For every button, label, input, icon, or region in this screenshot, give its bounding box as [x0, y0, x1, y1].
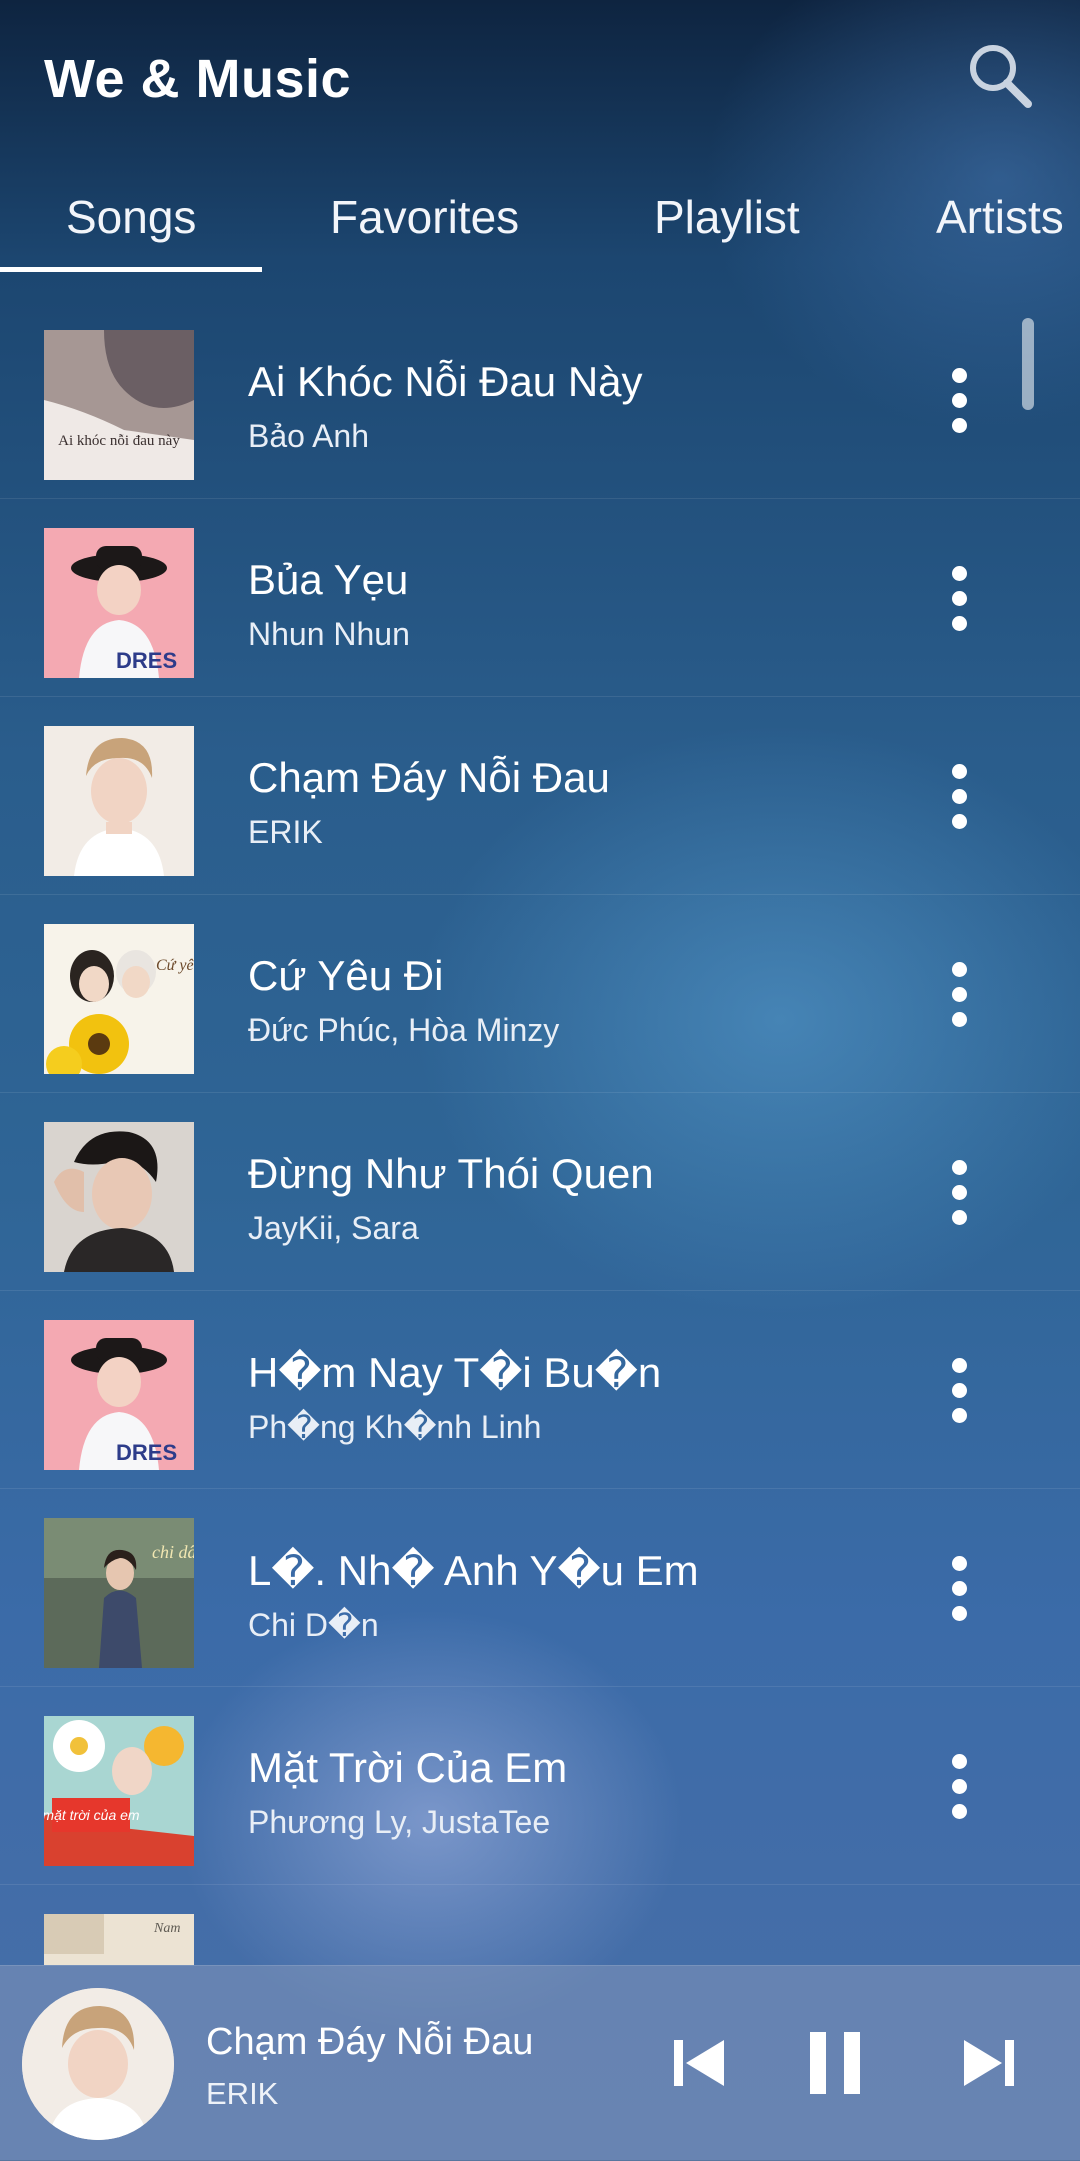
- album-cover: Cứ yêu đi: [44, 924, 194, 1074]
- cover-text: chi dân: [152, 1542, 194, 1562]
- tab-playlist[interactable]: Playlist: [654, 190, 800, 244]
- song-artist: Ph�ng Kh�nh Linh: [248, 1409, 542, 1445]
- more-options-button[interactable]: [930, 1746, 990, 1826]
- active-tab-indicator: [0, 267, 262, 272]
- more-options-button[interactable]: [930, 954, 990, 1034]
- album-cover: Nam: [44, 1914, 194, 1965]
- skip-next-icon: [964, 2040, 1014, 2086]
- skip-previous-icon: [674, 2040, 724, 2086]
- more-options-button[interactable]: [930, 558, 990, 638]
- app-title: We & Music: [44, 49, 352, 109]
- song-title: Mặt Trời Của Em: [248, 1744, 568, 1791]
- cover-text: mặt trời của em: [44, 1807, 140, 1823]
- song-list[interactable]: Ai khóc nỗi đau này Ai Khóc Nỗi Đau Này …: [0, 300, 1080, 1965]
- cover-text: Cứ yêu đi: [156, 957, 194, 974]
- tab-artists[interactable]: Artists: [936, 190, 1064, 244]
- next-button[interactable]: [944, 2018, 1034, 2108]
- previous-button[interactable]: [654, 2018, 744, 2108]
- tab-songs[interactable]: Songs: [66, 190, 196, 244]
- pause-icon: [810, 2032, 860, 2094]
- song-row[interactable]: DRES H�m Nay T�i Bu�n Ph�ng Kh�nh Linh: [0, 1290, 1080, 1489]
- album-cover: mặt trời của em: [44, 1716, 194, 1866]
- pause-button[interactable]: [790, 2018, 880, 2108]
- song-artist: Phương Ly, JustaTee: [248, 1804, 551, 1840]
- now-playing-album-art[interactable]: [22, 1988, 174, 2140]
- song-artist: JayKii, Sara: [248, 1210, 419, 1246]
- more-options-button[interactable]: [930, 1548, 990, 1628]
- song-row[interactable]: mặt trời của em Mặt Trời Của Em Phương L…: [0, 1686, 1080, 1885]
- song-row[interactable]: Đừng Như Thói Quen JayKii, Sara: [0, 1092, 1080, 1291]
- album-cover: DRES: [44, 528, 194, 678]
- svg-text:DRES: DRES: [116, 1440, 177, 1465]
- album-cover: Ai khóc nỗi đau này: [44, 330, 194, 480]
- scrollbar[interactable]: [1022, 318, 1034, 410]
- now-playing-artist: ERIK: [206, 2076, 279, 2111]
- search-icon: [970, 45, 1032, 108]
- more-options-button[interactable]: [930, 1350, 990, 1430]
- album-cover: DRES: [44, 1320, 194, 1470]
- song-title: H�m Nay T�i Bu�n: [248, 1349, 662, 1396]
- song-row[interactable]: Nam: [0, 1884, 1080, 1965]
- song-artist: ERIK: [248, 814, 323, 850]
- song-title: Chạm Đáy Nỗi Đau: [248, 754, 610, 801]
- song-artist: Nhun Nhun: [248, 616, 410, 652]
- song-artist: Chi D�n: [248, 1607, 379, 1643]
- more-options-button[interactable]: [930, 1152, 990, 1232]
- album-cover: [44, 1122, 194, 1272]
- song-row[interactable]: DRES Bủa Yẹu Nhun Nhun: [0, 498, 1080, 697]
- cover-text: Ai khóc nỗi đau này: [58, 433, 180, 449]
- song-artist: Đức Phúc, Hòa Minzy: [248, 1012, 560, 1048]
- song-row[interactable]: Ai khóc nỗi đau này Ai Khóc Nỗi Đau Này …: [0, 300, 1080, 499]
- song-title: Ai Khóc Nỗi Đau Này: [248, 358, 643, 405]
- album-cover: chi dân: [44, 1518, 194, 1668]
- svg-text:DRES: DRES: [116, 648, 177, 673]
- tab-favorites[interactable]: Favorites: [330, 190, 519, 244]
- song-artist: Bảo Anh: [248, 418, 369, 454]
- cover-text: Nam: [153, 1921, 180, 1936]
- tab-bar: Songs Favorites Playlist Artists: [0, 175, 1080, 275]
- song-title: Đừng Như Thói Quen: [248, 1150, 654, 1197]
- song-row[interactable]: chi dân L�. Nh� Anh Y�u Em Chi D�n: [0, 1488, 1080, 1687]
- more-options-button[interactable]: [930, 756, 990, 836]
- more-options-button[interactable]: [930, 360, 990, 440]
- search-button[interactable]: [960, 36, 1040, 116]
- song-row[interactable]: Chạm Đáy Nỗi Đau ERIK: [0, 696, 1080, 895]
- song-title: L�. Nh� Anh Y�u Em: [248, 1547, 699, 1594]
- album-cover: [44, 726, 194, 876]
- now-playing-title: Chạm Đáy Nỗi Đau: [206, 2021, 534, 2063]
- song-title: Bủa Yẹu: [248, 556, 409, 603]
- now-playing-bar[interactable]: Chạm Đáy Nỗi Đau ERIK: [0, 1965, 1080, 2161]
- song-row[interactable]: Cứ yêu đi Cứ Yêu Đi Đức Phúc, Hòa Minzy: [0, 894, 1080, 1093]
- song-title: Cứ Yêu Đi: [248, 952, 444, 999]
